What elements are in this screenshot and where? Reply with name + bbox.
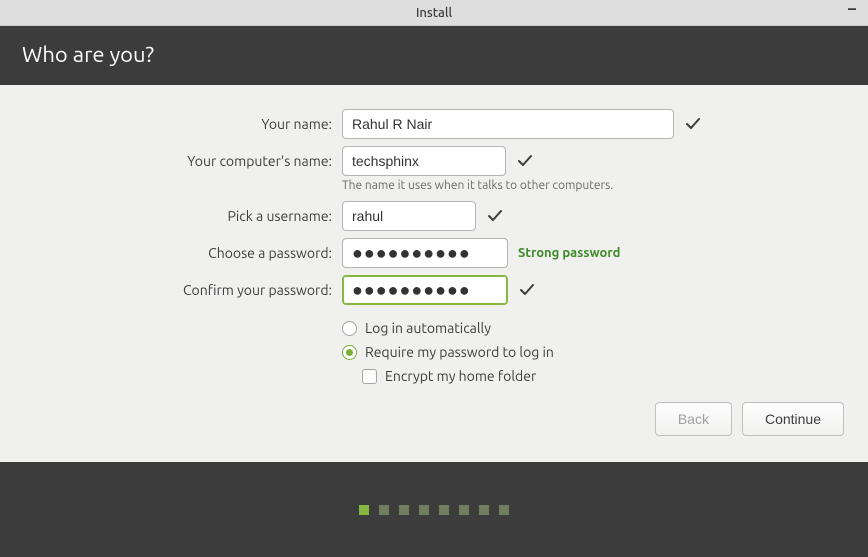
hostname-hint: The name it uses when it talks to other … [342,179,868,192]
progress-dot [499,505,509,515]
row-name: Your name: [0,109,868,139]
hostname-label: Your computer's name: [0,153,332,169]
row-confirm: Confirm your password: [0,275,868,305]
checkbox-icon [362,369,377,384]
option-auto-login[interactable]: Log in automatically [342,320,868,336]
continue-button[interactable]: Continue [742,402,844,436]
radio-icon [342,321,357,336]
username-input[interactable] [342,201,476,231]
hostname-input[interactable] [342,146,506,176]
minimize-icon[interactable]: – [848,4,856,14]
row-password: Choose a password: Strong password [0,238,868,268]
radio-icon [342,345,357,360]
checkmark-icon [684,115,702,133]
checkmark-icon [518,281,536,299]
progress-dot [379,505,389,515]
back-button[interactable]: Back [655,402,732,436]
password-label: Choose a password: [0,245,332,261]
username-label: Pick a username: [0,208,332,224]
password-input[interactable] [342,238,508,268]
login-options: Log in automatically Require my password… [342,320,868,384]
confirm-label: Confirm your password: [0,282,332,298]
password-strength: Strong password [518,246,620,260]
progress-dot [359,505,369,515]
name-label: Your name: [0,116,332,132]
confirm-password-input[interactable] [342,275,508,305]
progress-dot [479,505,489,515]
option-label: Log in automatically [365,320,491,336]
progress-dot [439,505,449,515]
row-hostname: Your computer's name: [0,146,868,176]
row-username: Pick a username: [0,201,868,231]
progress-footer [0,462,868,557]
option-encrypt-home[interactable]: Encrypt my home folder [362,368,868,384]
progress-dot [459,505,469,515]
page-header: Who are you? [0,26,868,85]
progress-dot [419,505,429,515]
button-row: Back Continue [0,384,868,454]
option-label: Require my password to log in [365,344,554,360]
user-form: Your name: Your computer's name: The nam… [0,109,868,384]
option-require-password[interactable]: Require my password to log in [342,344,868,360]
checkmark-icon [516,152,534,170]
name-input[interactable] [342,109,674,139]
titlebar: Install – [0,0,868,26]
content-area: Your name: Your computer's name: The nam… [0,85,868,462]
page-title: Who are you? [22,42,846,67]
option-label: Encrypt my home folder [385,368,536,384]
progress-dot [399,505,409,515]
window-title: Install [416,6,452,20]
checkmark-icon [486,207,504,225]
